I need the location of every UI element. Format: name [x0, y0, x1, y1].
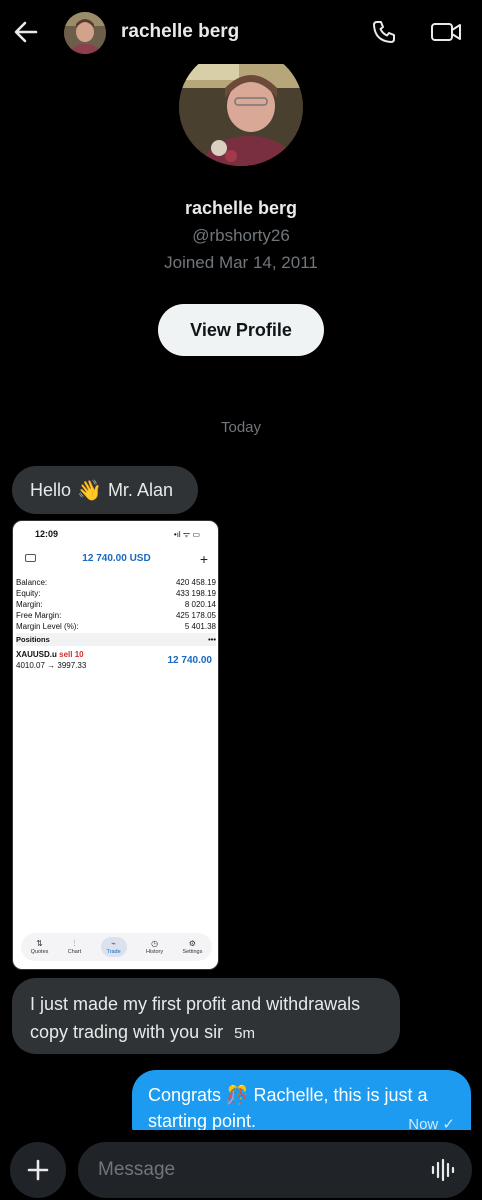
ss-row: Free Margin: 425 178.05: [16, 610, 216, 621]
back-arrow-icon[interactable]: [10, 16, 42, 48]
ss-plus-icon: +: [199, 551, 208, 567]
voice-message-icon[interactable]: [430, 1158, 456, 1182]
ss-position-row: XAUUSD.u sell 10 4010.07 → 3997.33 12 74…: [16, 649, 216, 671]
ss-nav-label: Trade: [106, 949, 121, 955]
message-text: Congrats 🎊 Rachelle, this is just a star…: [148, 1085, 428, 1131]
settings-icon: ⚙: [188, 939, 196, 948]
image-attachment[interactable]: 12:09 •ıl ᯤ ▭ 12 740.00 USD + Balance: 42…: [12, 520, 219, 970]
profile-name: rachelle berg: [184, 198, 298, 218]
ss-value: 5 401.38: [184, 622, 216, 631]
ss-positions-label: Positions: [16, 635, 50, 644]
ss-nav-label: Chart: [67, 949, 82, 955]
ss-status-icons: •ıl ᯤ ▭: [173, 530, 200, 539]
waving-hand-emoji: 👋: [77, 479, 102, 502]
ss-nav-settings: ⚙ Settings: [182, 939, 202, 955]
ss-nav-label: Settings: [182, 949, 203, 955]
ss-more-icon: •••: [208, 635, 216, 644]
ss-nav-chart: ⫶ Chart: [68, 939, 81, 955]
ss-bottom-nav: ⇅ Quotes ⫶ Chart ⌁ Trade ◷ History ⚙ Settings: [21, 933, 212, 961]
message-input[interactable]: [98, 1156, 398, 1184]
ss-nav-label: History: [146, 949, 164, 955]
ss-row: Margin Level (%): 5 401.38: [16, 621, 216, 632]
message-timestamp: 5m: [234, 1025, 255, 1042]
ss-row: Equity: 433 198.19: [16, 588, 216, 599]
incoming-message[interactable]: I just made my first profit and withdraw…: [12, 978, 400, 1054]
ss-nav-quotes: ⇅ Quotes: [31, 939, 49, 955]
profile-handle: @rbshorty26: [192, 226, 290, 245]
ss-label: Balance:: [16, 578, 48, 587]
ss-side: sell 10: [59, 650, 84, 659]
ss-clock: 12:09: [35, 529, 59, 539]
ss-value: 8 020.14: [184, 600, 216, 609]
ss-value: 433 198.19: [175, 589, 216, 598]
ss-account-summary: Balance: 420 458.19 Equity: 433 198.19 Mar…: [16, 577, 216, 632]
incoming-message[interactable]: Hello 👋 Mr. Alan: [12, 466, 198, 514]
plus-icon: [27, 1159, 49, 1181]
view-profile-button[interactable]: View Profile: [158, 304, 324, 356]
message-box[interactable]: [78, 1142, 472, 1198]
history-icon: ◷: [151, 939, 159, 948]
ss-balance-header: 12 740.00 USD: [82, 553, 151, 564]
ss-nav-history: ◷ History: [146, 939, 163, 955]
ss-row: Margin: 8 020.14: [16, 599, 216, 610]
chart-icon: ⫶: [73, 939, 76, 948]
add-attachment-button[interactable]: [10, 1142, 66, 1198]
message-text: Hello: [30, 479, 72, 500]
ss-positions-header: Positions •••: [16, 633, 216, 646]
video-call-icon[interactable]: [430, 18, 462, 46]
trading-app-screenshot: 12:09 •ıl ᯤ ▭ 12 740.00 USD + Balance: 42…: [13, 521, 218, 969]
ss-value: 420 458.19: [175, 578, 216, 587]
profile-avatar[interactable]: [179, 48, 303, 166]
date-divider: Today: [220, 419, 262, 436]
phone-call-icon[interactable]: [370, 18, 398, 46]
ss-label: Margin:: [16, 600, 43, 609]
ss-label: Equity:: [16, 589, 41, 598]
ss-row: Balance: 420 458.19: [16, 577, 216, 588]
profile-joined-date: Joined Mar 14, 2011: [164, 253, 318, 272]
message-text: Mr. Alan: [107, 479, 173, 500]
ss-nav-label: Quotes: [30, 949, 49, 955]
ss-symbol: XAUUSD.u: [16, 650, 57, 659]
trade-icon: ⌁: [111, 939, 116, 948]
contact-avatar[interactable]: [64, 12, 106, 54]
ss-label: Margin Level (%):: [16, 622, 79, 631]
ss-nav-trade: ⌁ Trade: [100, 937, 127, 957]
contact-name[interactable]: rachelle berg: [121, 21, 239, 43]
quotes-icon: ⇅: [36, 939, 43, 948]
message-text: I just made my first profit and withdraw…: [30, 994, 361, 1042]
ss-value: 425 178.05: [175, 611, 216, 620]
message-composer: [0, 1130, 482, 1200]
ss-profit: 12 740.00: [167, 655, 213, 666]
ss-label: Free Margin:: [16, 611, 62, 620]
conversation-header: rachelle berg: [0, 0, 482, 64]
